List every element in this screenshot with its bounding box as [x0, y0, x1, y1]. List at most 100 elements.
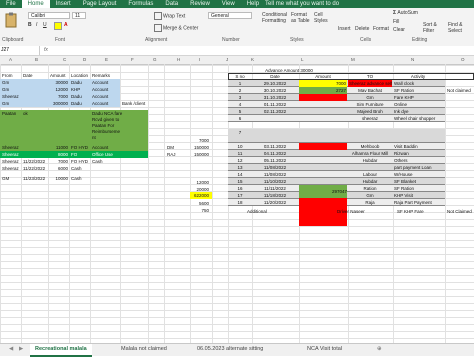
- not-claimed-note-2[interactable]: Not Claimed: [446, 208, 474, 215]
- fx-icon[interactable]: fx: [44, 46, 48, 55]
- row-amount[interactable]: [299, 171, 347, 178]
- row-activity[interactable]: KHP Visit: [393, 192, 444, 199]
- bold-button[interactable]: B: [28, 22, 32, 28]
- table-cell[interactable]: Account: [91, 144, 109, 151]
- table-cell[interactable]: Account: [91, 79, 109, 86]
- row-activity[interactable]: Fare KHP: [393, 94, 444, 101]
- column-header[interactable]: A: [8, 56, 18, 63]
- table-cell[interactable]: Dadu: [70, 79, 83, 86]
- column-header[interactable]: M: [350, 56, 360, 63]
- row-date[interactable]: 02.11.2022: [252, 108, 298, 115]
- table-cell[interactable]: 7000: [49, 93, 69, 100]
- additional-label[interactable]: Additional: [246, 208, 268, 215]
- row-sno[interactable]: 18: [229, 199, 251, 206]
- table-cell[interactable]: Cash: [70, 165, 83, 172]
- row-to[interactable]: Raja: [348, 199, 392, 206]
- table-cell[interactable]: 10000: [49, 175, 69, 182]
- header-date[interactable]: Date: [22, 72, 48, 79]
- row-amount[interactable]: [299, 164, 347, 171]
- row-date[interactable]: 11/08/2022: [252, 171, 298, 178]
- row-date[interactable]: 11/18/2022: [252, 192, 298, 199]
- tab-data[interactable]: Data: [159, 0, 184, 8]
- table-cell[interactable]: Cash: [91, 158, 104, 165]
- sheet-tab-nca-visit-total[interactable]: NCA Visit total: [302, 344, 347, 355]
- middle-label-dm[interactable]: DM: [166, 144, 175, 151]
- row-to[interactable]: sheeraz: [348, 115, 392, 122]
- row-sno[interactable]: 12: [229, 157, 251, 164]
- table-cell[interactable]: Gm: [1, 86, 10, 93]
- fill-button[interactable]: Fill: [393, 19, 399, 25]
- table-cell[interactable]: ok: [22, 110, 29, 117]
- table-cell[interactable]: Account: [91, 86, 109, 93]
- row-date[interactable]: 30.10.2022: [252, 87, 298, 94]
- row-amount[interactable]: [299, 115, 347, 122]
- underline-button[interactable]: U: [43, 22, 47, 28]
- header-sno[interactable]: S no: [229, 73, 251, 80]
- column-header[interactable]: F: [130, 56, 140, 63]
- row-to[interactable]: Ration: [348, 185, 392, 192]
- middle-amount-cell[interactable]: 750: [190, 207, 210, 214]
- column-header[interactable]: H: [176, 56, 186, 63]
- row-sno[interactable]: 17: [229, 192, 251, 199]
- sheet-tab-recreational-malala[interactable]: Recreational malala: [30, 344, 92, 357]
- row-sno[interactable]: 3: [229, 94, 251, 101]
- bank-client-note[interactable]: Bank /client: [121, 100, 146, 107]
- row-activity[interactable]: SF Ration: [393, 185, 444, 192]
- row-date[interactable]: 11/11/2022: [252, 185, 298, 192]
- header-activity[interactable]: Activity: [393, 73, 443, 80]
- row-date[interactable]: 31.10.2022: [252, 94, 298, 101]
- row-to[interactable]: Labour: [348, 171, 392, 178]
- tab-insert[interactable]: Insert: [50, 0, 77, 8]
- row-activity[interactable]: [393, 129, 444, 136]
- row-to[interactable]: Sheeraz advance self: [348, 80, 392, 87]
- header-from[interactable]: From: [1, 72, 21, 79]
- delete-cells-button[interactable]: Delete: [355, 26, 369, 32]
- column-header[interactable]: E: [104, 56, 114, 63]
- row-activity[interactable]: Wheel chair shopper: [393, 115, 444, 122]
- table-cell[interactable]: 12000: [49, 86, 69, 93]
- column-header[interactable]: G: [152, 56, 162, 63]
- tab-review[interactable]: Review: [184, 0, 216, 8]
- tab-file[interactable]: File: [0, 0, 22, 8]
- row-activity[interactable]: SF Ration: [393, 87, 444, 94]
- row-amount[interactable]: [299, 157, 347, 164]
- tab-help[interactable]: Help: [241, 0, 265, 8]
- column-header[interactable]: K: [250, 56, 260, 63]
- row-date[interactable]: 03.11.2022: [252, 143, 298, 150]
- table-cell[interactable]: 11000: [49, 144, 69, 151]
- row-activity[interactable]: Visit Baddin: [393, 143, 444, 150]
- table-cell[interactable]: Sheeraz: [1, 151, 20, 158]
- column-header[interactable]: L: [300, 56, 310, 63]
- table-cell[interactable]: Cash: [70, 175, 83, 182]
- row-to[interactable]: Alhamra Flour Mill: [348, 150, 392, 157]
- sheet-tab-alternate-sitting[interactable]: 06.05.2023 alternate sitting: [192, 344, 268, 355]
- header-main-date[interactable]: Date: [252, 73, 298, 80]
- row-to[interactable]: Hubdar: [348, 157, 392, 164]
- row-to[interactable]: Mehboob: [348, 143, 392, 150]
- table-cell[interactable]: Sheeraz: [1, 158, 20, 165]
- cell-styles-button[interactable]: Cell Styles: [314, 12, 328, 24]
- additional-to[interactable]: Driver Naseer: [336, 208, 380, 215]
- row-to[interactable]: Gm: [348, 94, 392, 101]
- conditional-formatting-button[interactable]: Conditional Formatting: [262, 12, 288, 24]
- row-date[interactable]: 05.11.2022: [252, 157, 298, 164]
- sort-filter-button[interactable]: Sort & Filter: [423, 22, 443, 34]
- table-cell[interactable]: FO HYD: [70, 158, 89, 165]
- insert-cells-button[interactable]: Insert: [338, 26, 351, 32]
- fill-color-button[interactable]: [54, 22, 63, 30]
- row-date[interactable]: [252, 115, 298, 122]
- name-box[interactable]: J27: [0, 46, 40, 55]
- row-sno[interactable]: 2: [229, 87, 251, 94]
- middle-label-raj[interactable]: RAJ: [166, 151, 177, 158]
- row-sno[interactable]: 15: [229, 178, 251, 185]
- additional-activity[interactable]: SF KHP Fare: [396, 208, 442, 215]
- format-as-table-button[interactable]: Format as Table: [291, 12, 311, 24]
- not-claimed-note[interactable]: Not claimed: [446, 87, 474, 94]
- table-cell[interactable]: 11/22/2022: [22, 165, 46, 172]
- row-to[interactable]: Majeed Broh: [348, 108, 392, 115]
- header-amount[interactable]: Amount: [49, 72, 69, 79]
- row-sno[interactable]: 5: [229, 108, 251, 115]
- table-cell[interactable]: Paatan: [1, 110, 17, 117]
- row-amount[interactable]: [299, 129, 347, 136]
- row-activity[interactable]: Ink dye: [393, 108, 444, 115]
